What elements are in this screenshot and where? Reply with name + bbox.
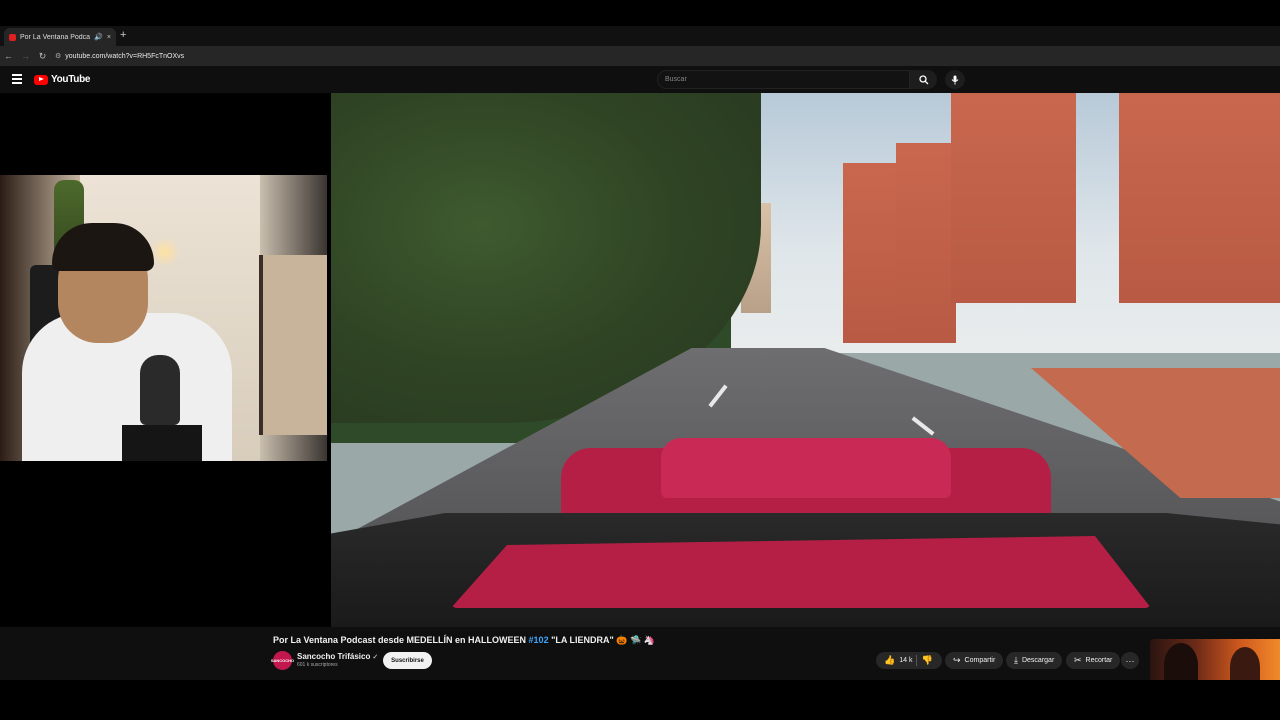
clip-button[interactable]: ✂ Recortar (1066, 652, 1121, 669)
back-icon[interactable]: ← (0, 51, 17, 61)
youtube-favicon-icon (9, 33, 16, 41)
download-icon: ⤓ (1014, 655, 1018, 665)
search-button[interactable] (910, 70, 937, 89)
channel-avatar[interactable]: SANCOCHO (271, 651, 294, 670)
thumbs-up-icon[interactable]: 👍 (884, 656, 895, 665)
tab-title: Por La Ventana Podcast de... (20, 33, 91, 41)
video-title-hashtag[interactable]: #102 (529, 635, 549, 645)
youtube-header: YouTube Buscar (0, 66, 1280, 93)
video-building (1119, 93, 1280, 303)
search-icon (918, 74, 928, 84)
scissors-icon: ✂ (1074, 655, 1082, 665)
close-tab-icon[interactable]: × (107, 34, 111, 41)
video-building (951, 93, 1076, 303)
download-label: Descargar (1021, 657, 1055, 664)
channel-name-text[interactable]: Sancocho Trifásico (297, 652, 370, 661)
cam-bed (259, 255, 327, 435)
video-title-prefix: Por La Ventana Podcast desde MEDELLÍN en… (273, 635, 529, 645)
like-dislike-group: 👍 14 k 👎 (876, 652, 942, 669)
cam-microphone (140, 355, 180, 425)
audio-icon[interactable]: 🔊 (94, 33, 103, 41)
clip-label: Recortar (1085, 657, 1113, 664)
thumbs-down-icon[interactable]: 👎 (921, 656, 932, 665)
video-title: Por La Ventana Podcast desde MEDELLÍN en… (273, 635, 655, 646)
new-tab-button[interactable]: + (120, 29, 126, 41)
thumbnail-figure (1164, 643, 1198, 684)
more-actions-button[interactable]: ··· (1121, 652, 1139, 669)
video-building (896, 143, 956, 343)
video-building (843, 163, 903, 343)
verified-icon: ✓ (372, 654, 379, 661)
webcam-feed (0, 175, 327, 461)
channel-name[interactable]: Sancocho Trifásico ✓ (297, 652, 378, 661)
youtube-logo-icon (34, 74, 48, 85)
mic-icon (951, 75, 959, 84)
url-field[interactable]: youtube.com/watch?v=RH5FcTnOXvs (65, 53, 184, 60)
download-button[interactable]: ⤓ Descargar (1006, 652, 1063, 669)
youtube-logo-text: YouTube (51, 74, 91, 85)
bottom-letterbox (0, 680, 1280, 720)
search-input[interactable]: Buscar (657, 70, 910, 89)
voice-search-button[interactable] (945, 70, 965, 89)
top-letterbox (0, 0, 1280, 26)
browser-tab[interactable]: Por La Ventana Podcast de... 🔊 × (4, 28, 116, 46)
thumbnail-figure (1230, 647, 1260, 684)
subscriber-count: 601 k suscriptores (297, 662, 338, 668)
video-title-suffix: "LA LIENDRA" 🎃 🛸 🦄 (548, 635, 655, 645)
reload-icon[interactable]: ↻ (34, 51, 51, 62)
share-button[interactable]: ↪ Compartir (945, 652, 1004, 669)
browser-tabstrip: Por La Ventana Podcast de... 🔊 × + (0, 26, 1280, 46)
youtube-logo[interactable]: YouTube (34, 74, 91, 85)
like-count[interactable]: 14 k (899, 657, 912, 664)
cam-mic-stand (122, 425, 202, 461)
subscribe-button[interactable]: Suscribirse (383, 652, 432, 669)
video-player[interactable] (331, 93, 1280, 627)
share-label: Compartir (964, 657, 996, 664)
forward-icon[interactable]: → (17, 51, 34, 61)
video-car-roof (661, 438, 951, 498)
share-icon: ↪ (953, 655, 961, 665)
menu-icon[interactable] (12, 74, 22, 84)
like-divider (916, 655, 918, 666)
address-bar-row: ← → ↻ ⚙ youtube.com/watch?v=RH5FcTnOXvs (0, 46, 1280, 66)
cam-lamp (150, 237, 180, 267)
recommended-video-thumbnail[interactable] (1150, 639, 1280, 684)
site-info-icon[interactable]: ⚙ (55, 52, 61, 60)
